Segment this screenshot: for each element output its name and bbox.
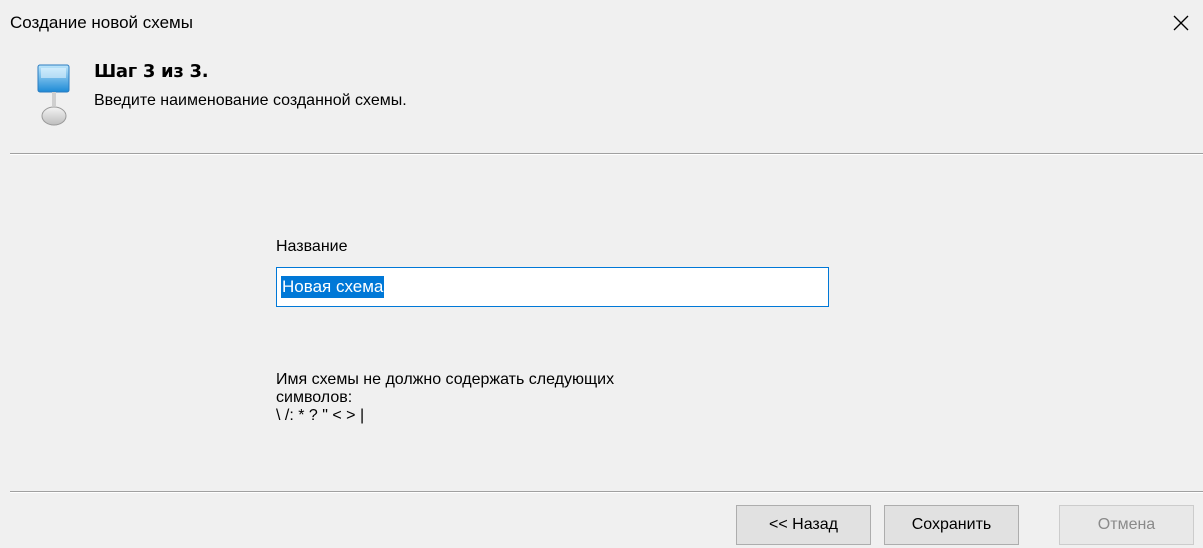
footer-divider (10, 491, 1203, 493)
step-description: Введите наименование созданной схемы. (94, 92, 407, 109)
wizard-header: Шаг 3 из 3. Введите наименование созданн… (0, 46, 1203, 153)
scheme-name-input[interactable]: Новая схема (276, 267, 829, 307)
close-icon (1173, 15, 1189, 31)
window-title: Создание новой схемы (10, 13, 193, 32)
scheme-name-value: Новая схема (281, 276, 385, 298)
title-bar: Создание новой схемы (0, 0, 1203, 46)
save-button[interactable]: Сохранить (884, 505, 1019, 545)
back-button[interactable]: << Назад (736, 505, 871, 545)
close-button[interactable] (1166, 8, 1196, 38)
hint-line-1: Имя схемы не должно содержать следующих (276, 371, 615, 388)
name-hint: Имя схемы не должно содержать следующих … (276, 371, 776, 425)
cancel-button[interactable]: Отмена (1059, 505, 1194, 545)
monitor-wizard-icon (37, 64, 70, 126)
header-divider (10, 153, 1203, 155)
step-title: Шаг 3 из 3. (94, 61, 209, 82)
hint-line-2: символов: (276, 389, 353, 406)
name-label: Название (276, 238, 348, 255)
hint-forbidden-chars: \ /: * ? " < > | (276, 407, 365, 424)
